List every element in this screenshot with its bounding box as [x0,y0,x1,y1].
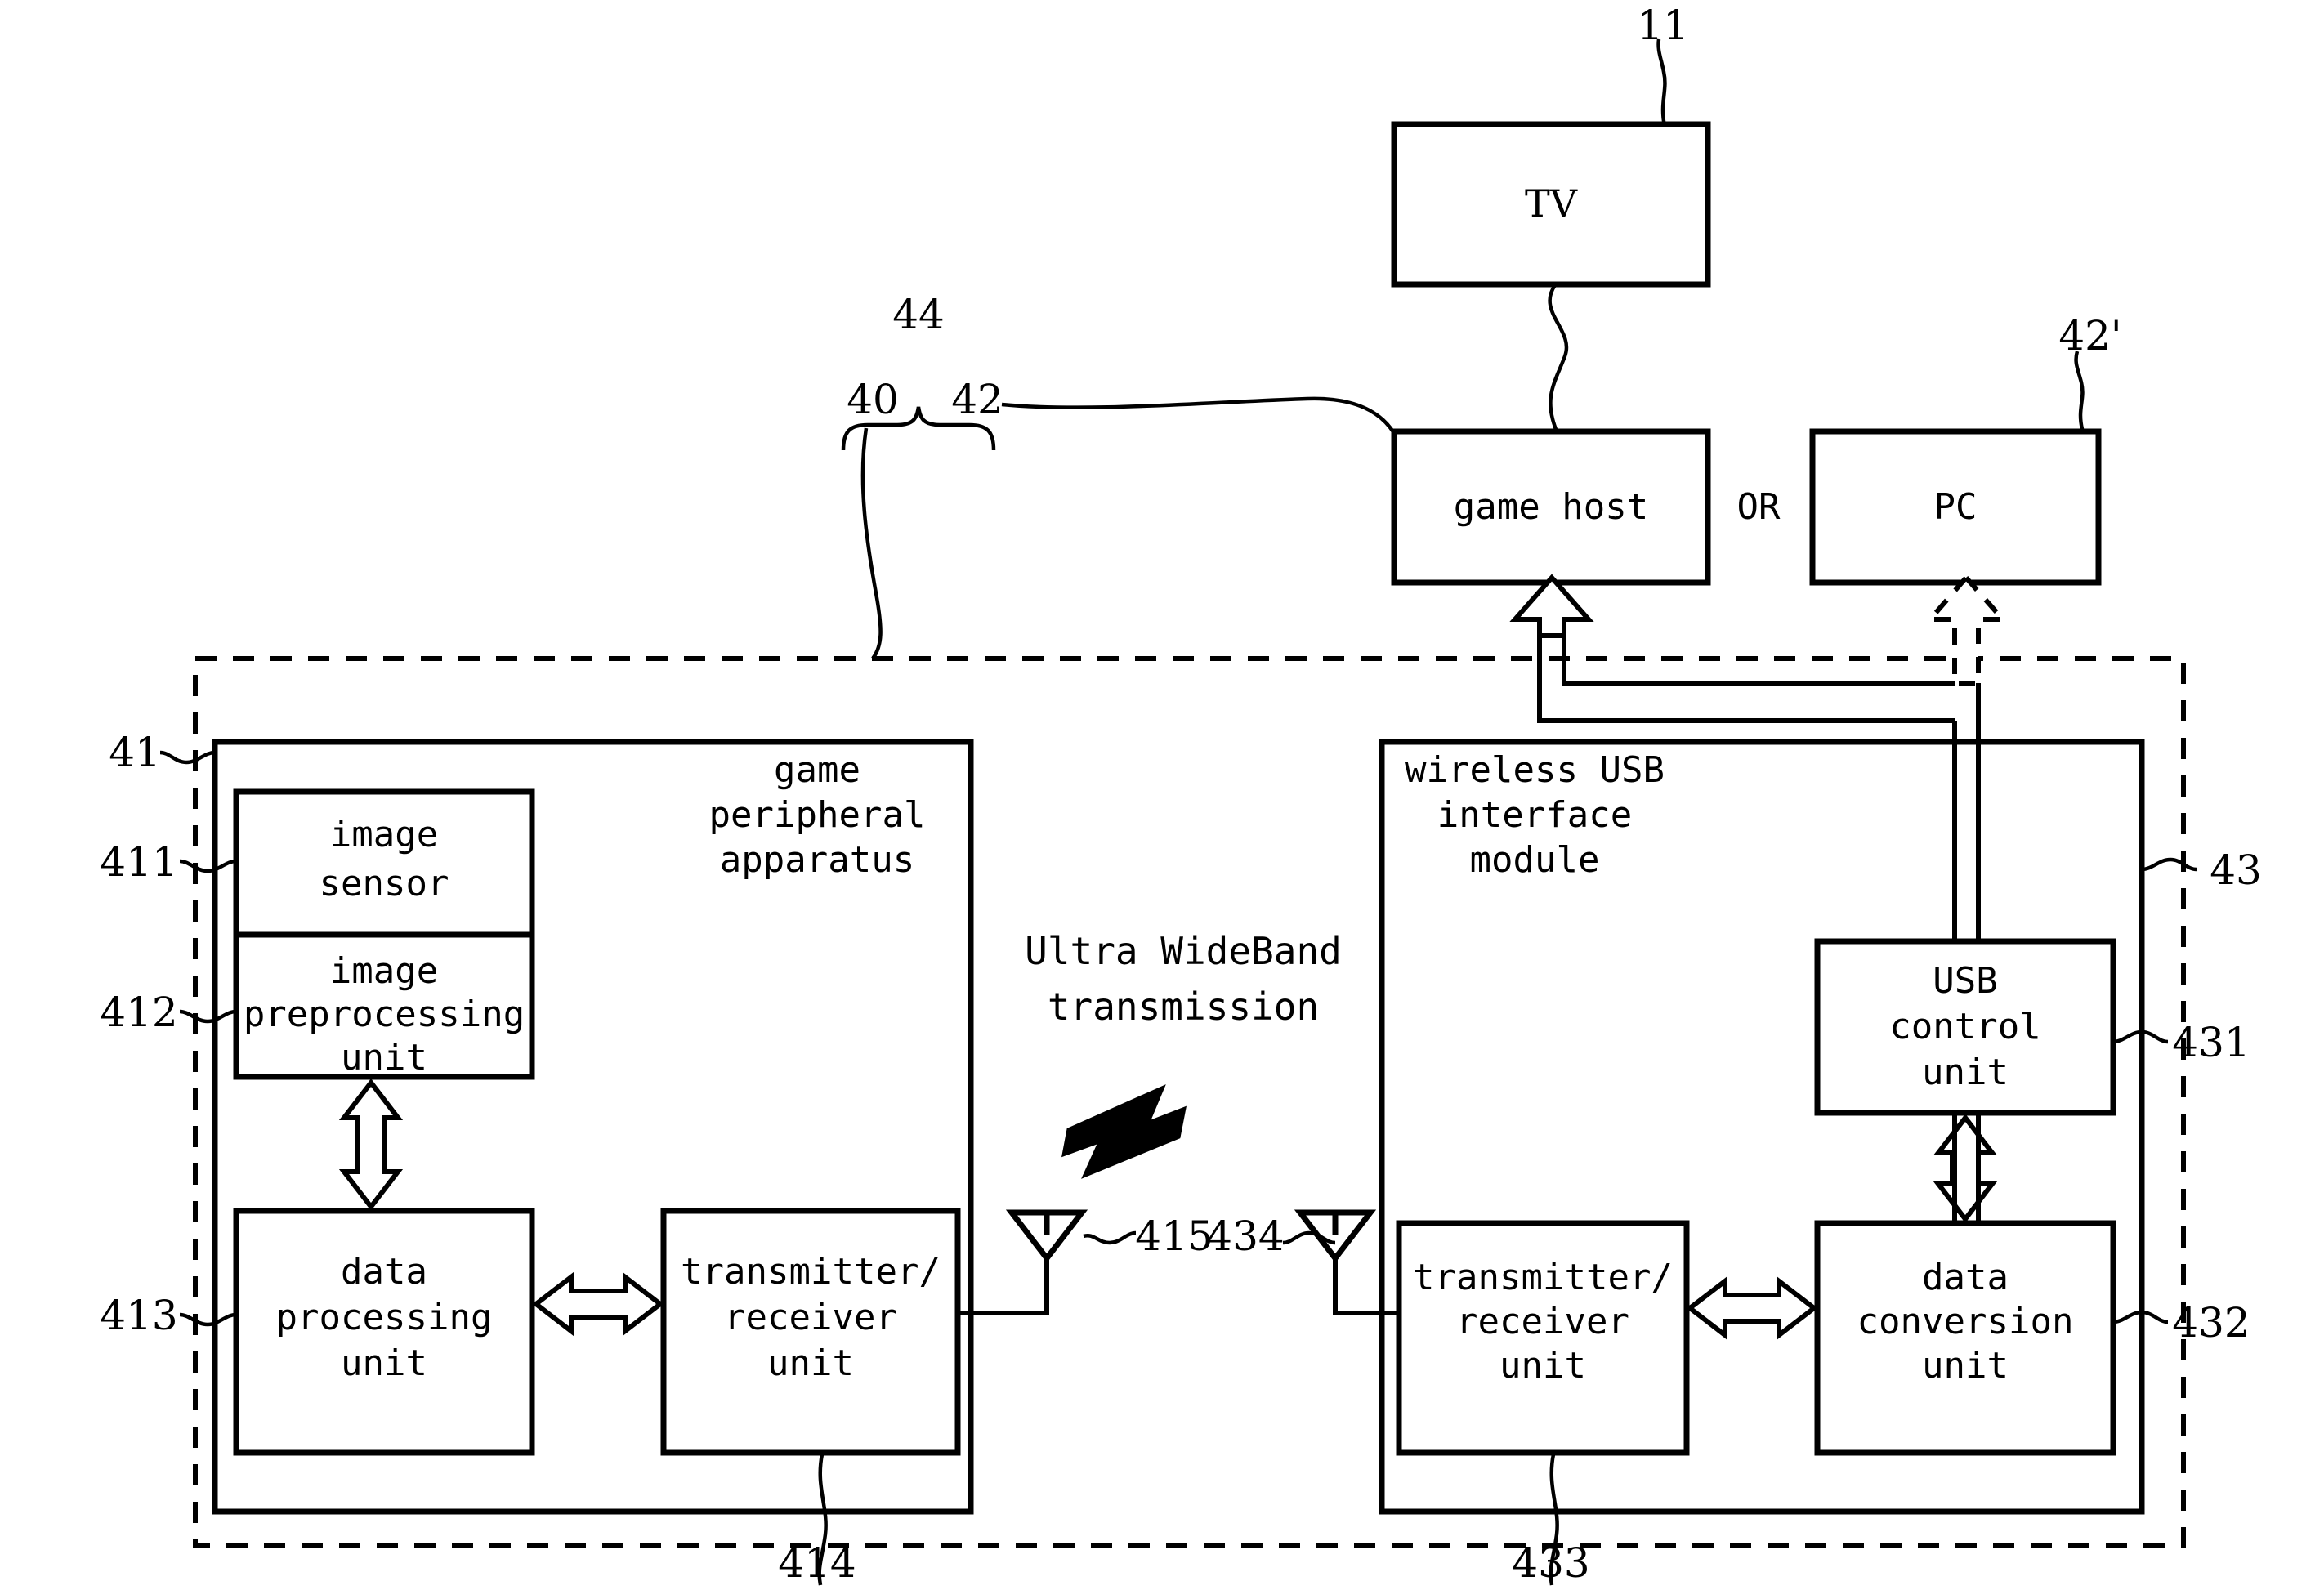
image-sensor-label-line2: sensor [320,863,449,904]
peripheral-antenna-ref-leader [1083,1230,1137,1245]
module-antenna-wire [1333,1258,1399,1315]
wireless-usb-module-ref-leader [2141,857,2197,872]
peripheral-transceiver-label-line1: transmitter/ [681,1251,941,1293]
system-ref-leader [860,427,883,660]
usb-control-to-conversion-arrow [1933,1114,1998,1223]
usb-control-label-line1: USB [1933,960,1997,1002]
usb-to-game-host-wire-outer [1537,613,1955,723]
data-conversion-label-line2: conversion [1857,1301,2074,1342]
data-conversion-label-line1: data [1922,1257,2009,1298]
game-peripheral-apparatus-label-line3: apparatus [720,839,914,881]
or-separator-label: OR [1737,486,1781,528]
apparatus-ref-leader [159,750,216,765]
image-preprocessing-label-line1: image [330,950,438,992]
data-processing-ref-leader [179,1312,237,1327]
uwb-annotation-line1: Ultra WideBand [1025,929,1342,973]
module-transceiver-label-line1: transmitter/ [1413,1257,1673,1298]
image-preprocessing-label-line2: preprocessing [244,994,525,1035]
data-processing-ref-number: 413 [100,1292,177,1339]
usb-to-pc-dashed-arrowhead [1924,574,2009,686]
pc-ref-leader [2074,351,2085,430]
tv-label: TV [1525,181,1578,226]
pc-ref-number: 42' [2058,312,2121,360]
image-sensor-label-line1: image [330,814,438,855]
data-processing-label-line1: data [341,1251,427,1293]
module-transceiver-label-line3: unit [1499,1345,1586,1387]
image-preprocessing-label-line3: unit [341,1037,427,1079]
image-sensor-ref-leader [179,859,237,873]
tv-ref-number: 11 [1637,2,1689,49]
wireless-usb-module-ref-number: 43 [2210,846,2262,894]
tv-ref-leader [1656,38,1667,127]
processing-to-transceiver-arrow [532,1271,664,1337]
game-peripheral-apparatus-label-line1: game [774,749,860,791]
figure-canvas: TV 11 game host OR PC 42' 44 40 42 game … [100,2,2262,1587]
tv-to-host-cable [1548,284,1569,432]
group-ref-number: 44 [892,291,945,338]
wireless-usb-module-label-line1: wireless USB [1405,749,1665,791]
game-peripheral-apparatus-label-line2: peripheral [709,794,926,836]
module-transceiver-ref-number: 433 [1512,1539,1589,1587]
game-host-ref-number: 42 [951,376,1003,423]
usb-to-game-host-wire-inner [1562,613,1955,686]
apparatus-ref-number: 41 [109,729,161,776]
module-transceiver-to-conversion-arrow [1686,1275,1818,1341]
peripheral-antenna-ref-number: 415 [1135,1213,1213,1260]
game-host-label: game host [1454,486,1648,528]
module-antenna-ref-number: 434 [1206,1213,1284,1260]
usb-control-ref-number: 431 [2172,1019,2250,1066]
peripheral-transceiver-ref-number: 414 [778,1539,856,1587]
pc-label: PC [1934,486,1978,528]
peripheral-transceiver-label-line3: unit [767,1342,854,1384]
system-ref-number: 40 [847,376,899,423]
data-processing-label-line2: processing [276,1297,493,1338]
image-sensor-ref-number: 411 [100,838,177,886]
preprocessing-to-processing-arrow [338,1079,404,1211]
image-preprocessing-ref-number: 412 [100,989,177,1036]
data-processing-label-line3: unit [341,1342,427,1384]
game-host-ref-leader [1001,396,1396,435]
usb-control-label-line3: unit [1922,1052,2009,1093]
data-conversion-label-line3: unit [1922,1345,2009,1387]
patent-figure-root: TV 11 game host OR PC 42' 44 40 42 game … [0,0,2324,1590]
image-preprocessing-ref-leader [179,1009,237,1024]
peripheral-transceiver-label-line2: receiver [724,1297,897,1338]
module-antenna-ref-leader [1282,1230,1336,1245]
lightning-bolt-icon [1061,1084,1187,1179]
usb-to-game-host-arrowhead [1509,574,1594,638]
module-transceiver-label-line2: receiver [1456,1301,1629,1342]
wireless-usb-module-label-line3: module [1470,839,1600,881]
uwb-annotation-line2: transmission [1048,985,1319,1029]
usb-control-label-line2: control [1889,1006,2040,1047]
data-conversion-ref-number: 432 [2172,1299,2250,1347]
wireless-usb-module-label-line2: interface [1437,794,1632,836]
